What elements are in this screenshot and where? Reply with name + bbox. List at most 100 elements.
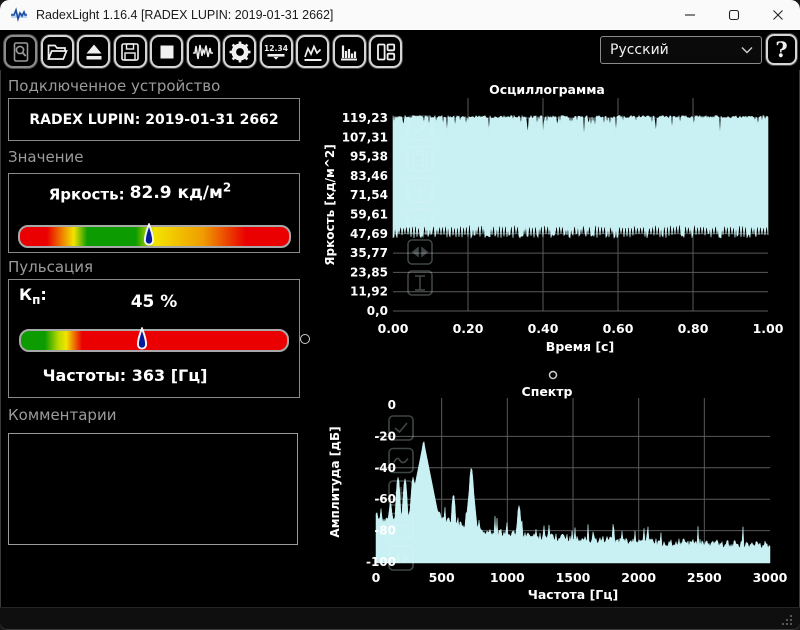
y-axis-title: Яркость [кд/м^2] xyxy=(323,144,337,265)
bar-chart-icon xyxy=(337,40,361,64)
chart-title: Осциллограмма xyxy=(489,82,605,97)
minimize-icon xyxy=(684,9,696,21)
x-tick-label: 1000 xyxy=(490,570,525,585)
numeric-display-icon: 12.34 xyxy=(264,40,288,64)
comments-header: Комментарии xyxy=(8,406,116,424)
x-axis-title: Время [с] xyxy=(546,339,614,354)
pulsation-panel: Кп: 45 % Частоты: 363 [Гц] xyxy=(8,279,300,398)
fit-horizontal-icon[interactable] xyxy=(408,240,432,264)
svg-text:12.34: 12.34 xyxy=(264,44,288,53)
save-button[interactable] xyxy=(114,35,147,68)
app-icon xyxy=(10,7,28,23)
stop-icon xyxy=(155,40,179,64)
waveform-icon xyxy=(191,40,215,64)
x-tick-label: 0.80 xyxy=(678,321,709,336)
language-select[interactable]: Русский xyxy=(600,36,762,64)
brightness-value-line: Яркость: 82.9 кд/м2 xyxy=(0,182,285,205)
close-icon xyxy=(772,9,784,21)
pulsation-meter-bar xyxy=(19,329,289,352)
pulsation-header: Пульсация xyxy=(8,258,93,276)
connected-device-header: Подключенное устройство xyxy=(8,77,220,95)
chart-title: Спектр xyxy=(522,384,573,399)
y-tick-label: 95,38 xyxy=(350,150,388,164)
y-tick-label: 107,31 xyxy=(342,130,388,144)
y-tick-label: 83,46 xyxy=(350,169,388,183)
brightness-panel: Яркость: 82.9 кд/м2 xyxy=(8,173,300,253)
x-tick-label: 0.60 xyxy=(603,321,634,336)
maximize-icon xyxy=(728,9,740,21)
x-tick-label: 3000 xyxy=(753,570,788,585)
window-controls xyxy=(668,0,800,30)
help-button[interactable]: ? xyxy=(766,34,797,65)
spectrum-button[interactable] xyxy=(333,35,366,68)
magnifier-document-icon xyxy=(9,40,33,64)
settings-button[interactable] xyxy=(223,35,256,68)
resize-grip[interactable] xyxy=(780,613,793,626)
x-tick-label: 0 xyxy=(372,570,381,585)
radexlight-window: RadexLight 1.16.4 [RADEX LUPIN: 2019-01-… xyxy=(0,0,800,630)
x-tick-label: 1.00 xyxy=(753,321,784,336)
y-axis-title: Амплитуда [дБ] xyxy=(328,426,342,537)
numeric-display-button[interactable]: 12.34 xyxy=(260,35,293,68)
value-header: Значение xyxy=(8,148,84,166)
save-icon xyxy=(118,40,142,64)
comments-input[interactable] xyxy=(8,433,298,545)
toolbar: 12.34 Русский ? xyxy=(0,30,800,70)
panel-splitter-handle[interactable] xyxy=(300,334,310,344)
brightness-meter-bar xyxy=(18,225,291,248)
layout-icon xyxy=(374,40,398,64)
trend-button[interactable] xyxy=(296,35,329,68)
preview-button[interactable] xyxy=(4,35,37,68)
y-tick-label: 47,69 xyxy=(350,227,388,241)
status-bar xyxy=(0,607,800,629)
y-tick-label: 71,54 xyxy=(350,188,388,202)
y-tick-label: 59,61 xyxy=(350,208,388,222)
stop-button[interactable] xyxy=(150,35,183,68)
x-tick-label: 0.00 xyxy=(378,321,409,336)
close-button[interactable] xyxy=(756,0,800,30)
layout-button[interactable] xyxy=(369,35,402,68)
frequency-value: Частоты: 363 [Гц] xyxy=(0,366,270,385)
spectrum-chart[interactable]: Спектр0-20-40-60-80-10005001000150020002… xyxy=(315,368,800,607)
minimize-button[interactable] xyxy=(668,0,712,30)
y-tick-label: -20 xyxy=(374,429,396,443)
x-tick-label: 500 xyxy=(429,570,455,585)
device-name: RADEX LUPIN: 2019-01-31 2662 xyxy=(29,112,278,128)
x-axis-title: Частота [Гц] xyxy=(528,587,618,602)
kp-value: 45 % xyxy=(9,292,299,312)
y-tick-label: 0,0 xyxy=(367,304,388,318)
language-value: Русский xyxy=(610,42,669,58)
brightness-value: 82.9 кд/м2 xyxy=(130,183,232,203)
oscillogram-button[interactable] xyxy=(187,35,220,68)
title-bar: RadexLight 1.16.4 [RADEX LUPIN: 2019-01-… xyxy=(0,0,800,30)
x-tick-label: 0.40 xyxy=(528,321,559,336)
x-tick-label: 1500 xyxy=(556,570,591,585)
y-tick-label: -40 xyxy=(374,461,396,475)
y-tick-label: 35,77 xyxy=(350,246,388,260)
window-title: RadexLight 1.16.4 [RADEX LUPIN: 2019-01-… xyxy=(36,8,333,22)
maximize-button[interactable] xyxy=(712,0,756,30)
oscillogram-waveform xyxy=(393,116,768,239)
open-folder-icon xyxy=(45,40,69,64)
chevron-down-icon xyxy=(741,46,753,54)
device-name-box: RADEX LUPIN: 2019-01-31 2662 xyxy=(8,98,300,141)
brightness-indicator xyxy=(144,223,155,250)
oscillogram-chart[interactable]: Осциллограмма119,23107,3195,3883,4671,54… xyxy=(315,72,800,366)
y-tick-label: -60 xyxy=(374,492,396,506)
y-tick-label: -100 xyxy=(366,555,396,569)
y-tick-label: -80 xyxy=(374,524,396,538)
pulsation-indicator xyxy=(137,327,148,354)
line-chart-icon xyxy=(301,40,325,64)
x-tick-label: 2000 xyxy=(621,570,656,585)
brightness-label: Яркость: xyxy=(49,186,125,204)
gear-icon xyxy=(228,40,252,64)
y-tick-label: 23,85 xyxy=(350,265,388,279)
chart-splitter-handle[interactable] xyxy=(550,372,557,379)
eject-icon xyxy=(82,40,106,64)
x-tick-label: 0.20 xyxy=(453,321,484,336)
open-button[interactable] xyxy=(41,35,74,68)
eject-button[interactable] xyxy=(77,35,110,68)
y-tick-label: 0 xyxy=(388,398,396,412)
x-tick-label: 2500 xyxy=(687,570,722,585)
y-tick-label: 11,92 xyxy=(350,285,388,299)
